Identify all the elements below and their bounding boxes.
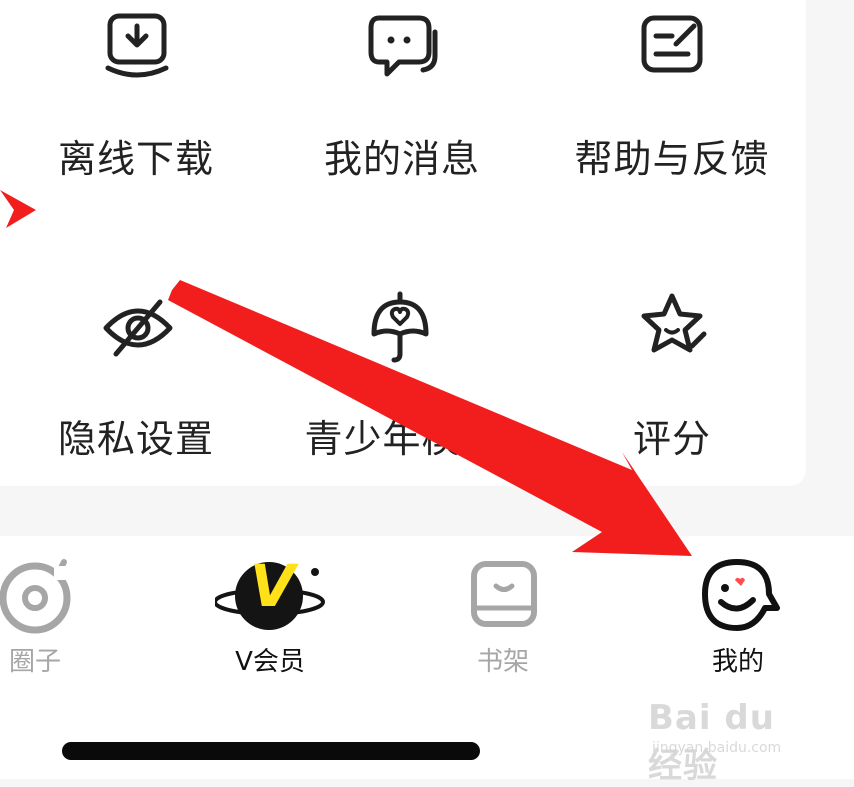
- menu-item-teen-mode[interactable]: 青少年模式: [272, 290, 532, 490]
- menu-item-my-messages[interactable]: 我的消息: [272, 10, 532, 210]
- watermark-sub-text: jingyan.baidu.com: [652, 740, 782, 756]
- rating-label: 评分: [632, 417, 711, 461]
- eye-off-icon: [103, 299, 173, 357]
- menu-item-rating[interactable]: 评分: [542, 290, 802, 490]
- tab-mine[interactable]: 我的: [648, 536, 828, 686]
- my-messages-label: 我的消息: [323, 137, 480, 181]
- home-indicator[interactable]: [62, 742, 480, 760]
- menu-item-offline-download[interactable]: 离线下载: [6, 10, 266, 210]
- menu-item-help-feedback[interactable]: 帮助与反馈: [542, 10, 802, 210]
- star-icon: [641, 293, 707, 353]
- umbrella-heart-icon: [371, 291, 429, 363]
- vip-badge-letter: V: [250, 552, 295, 620]
- settings-card: 离线下载 我的消息 帮助与反馈 隐私设置 青少年模式 评分: [0, 0, 806, 486]
- help-feedback-label: 帮助与反馈: [574, 137, 770, 181]
- tab-vip[interactable]: V V会员: [180, 536, 360, 686]
- circle-community-icon: [0, 559, 71, 634]
- teen-mode-label: 青少年模式: [304, 417, 500, 461]
- tab-circle[interactable]: 圈子: [0, 536, 125, 686]
- tab-bookshelf-label: 书架: [476, 647, 529, 677]
- tab-vip-label: V会员: [235, 647, 305, 677]
- smiley-face-icon: [702, 559, 780, 631]
- offline-download-label: 离线下载: [57, 137, 214, 181]
- feedback-edit-icon: [641, 15, 703, 73]
- tab-mine-label: 我的: [711, 647, 764, 677]
- bookshelf-icon: [471, 561, 537, 627]
- tab-circle-label: 圈子: [8, 647, 61, 677]
- download-icon: [105, 13, 169, 78]
- tab-bookshelf[interactable]: 书架: [413, 536, 593, 686]
- chat-bubble-icon: [368, 15, 438, 77]
- menu-item-privacy-settings[interactable]: 隐私设置: [6, 290, 266, 490]
- baidu-jingyan-watermark: Bai du 经验 jingyan.baidu.com: [648, 698, 818, 786]
- privacy-settings-label: 隐私设置: [57, 417, 214, 461]
